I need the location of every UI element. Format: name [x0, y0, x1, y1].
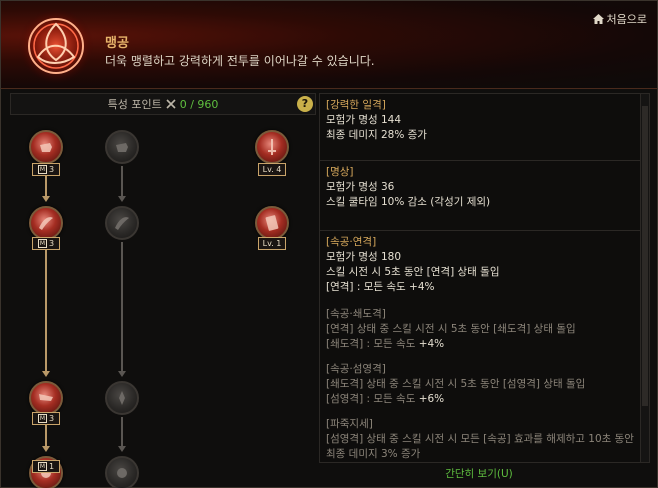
detail-section-meditation: [명상] 모험가 명성 36 스킬 쿨타임 10% 감소 (각성기 제외): [320, 161, 649, 231]
locked-skill-icon: [116, 143, 128, 152]
trait-node-sword[interactable]: [255, 130, 289, 164]
node-level-badge: Lv. 1: [258, 237, 286, 250]
trait-tree: M3 M3 M3 M1 Lv. 4 Lv. 1: [10, 119, 316, 488]
help-button[interactable]: ?: [297, 96, 313, 112]
connector-arrow: [42, 446, 50, 452]
crossed-swords-icon: [166, 99, 176, 109]
connector-line: [45, 423, 47, 448]
trait-points-value: 0 / 960: [179, 97, 219, 111]
connector-arrow: [118, 446, 126, 452]
node-level-badge: Lv. 4: [258, 163, 286, 176]
home-icon: [592, 14, 604, 24]
connector-arrow: [118, 196, 126, 202]
trait-node-slash[interactable]: [29, 206, 63, 240]
details-scrollbar[interactable]: [640, 94, 649, 462]
slash-icon: [39, 217, 53, 230]
home-label: 처음으로: [606, 13, 647, 26]
header: 맹공 더욱 맹렬하고 강력하게 전투를 이어나갈 수 있습니다. 처음으로: [1, 1, 657, 89]
connector-line: [45, 248, 47, 373]
home-button[interactable]: 처음으로: [592, 11, 647, 27]
connector-line: [121, 242, 123, 373]
locked-skill-icon: [117, 468, 127, 478]
fist-icon: [40, 143, 52, 152]
sword-icon: [268, 139, 276, 155]
connector-arrow: [118, 371, 126, 377]
brief-view-button[interactable]: 간단히 보기(U): [319, 466, 639, 481]
sub-effect-flash: [속공·섬영격] [쇄도격] 상태 중 스킬 시전 시 5초 동안 [섬영격] …: [326, 363, 586, 405]
trait-points-label: 특성 포인트: [107, 98, 162, 111]
sub-effect-momentum: [파죽지세] [섬영격] 상태 중 스킬 시전 시 모든 [속공] 효과를 해제…: [326, 418, 634, 460]
locked-skill-icon: [119, 391, 125, 405]
trait-node-locked[interactable]: [105, 130, 139, 164]
locked-skill-icon: [115, 217, 129, 230]
triquetra-emblem-icon: [18, 8, 94, 84]
page-description: 더욱 맹렬하고 강력하게 전투를 이어나갈 수 있습니다.: [105, 54, 375, 68]
trait-node-locked[interactable]: [105, 456, 139, 488]
node-level-badge: M3: [32, 237, 60, 250]
node-level-badge: M3: [32, 412, 60, 425]
trait-tree-panel: 특성 포인트 0 / 960 ? M3 M3 M3 M 1 Lv. 4 Lv. …: [10, 93, 316, 488]
trait-details-panel: [강력한 일격] 모험가 명성 144 최종 데미지 28% 증가 [명상] 모…: [319, 93, 650, 463]
connector-line: [121, 417, 123, 448]
detail-section-strike: [강력한 일격] 모험가 명성 144 최종 데미지 28% 증가: [320, 94, 649, 161]
claw-icon: [39, 394, 53, 401]
trait-node-card[interactable]: [255, 206, 289, 240]
page-title: 맹공: [105, 36, 129, 51]
detail-section-combo: [속공·연격] 모험가 명성 180 스킬 시전 시 5초 동안 [연격] 상태…: [320, 231, 649, 462]
trait-node-rush[interactable]: [29, 381, 63, 415]
node-level-badge: M3: [32, 163, 60, 176]
scrollbar-thumb[interactable]: [642, 106, 648, 406]
connector-line: [121, 166, 123, 197]
trait-node-locked[interactable]: [105, 381, 139, 415]
connector-arrow: [42, 371, 50, 377]
trait-node-locked[interactable]: [105, 206, 139, 240]
node-level-badge: M1: [32, 460, 60, 473]
card-icon: [265, 215, 279, 231]
trait-points-bar: 특성 포인트 0 / 960 ?: [10, 93, 316, 115]
connector-arrow: [42, 196, 50, 202]
trait-node-strike[interactable]: [29, 130, 63, 164]
sub-effect-rush: [속공·쇄도격] [연격] 상태 중 스킬 시전 시 5초 동안 [쇄도격] 상…: [326, 308, 576, 350]
